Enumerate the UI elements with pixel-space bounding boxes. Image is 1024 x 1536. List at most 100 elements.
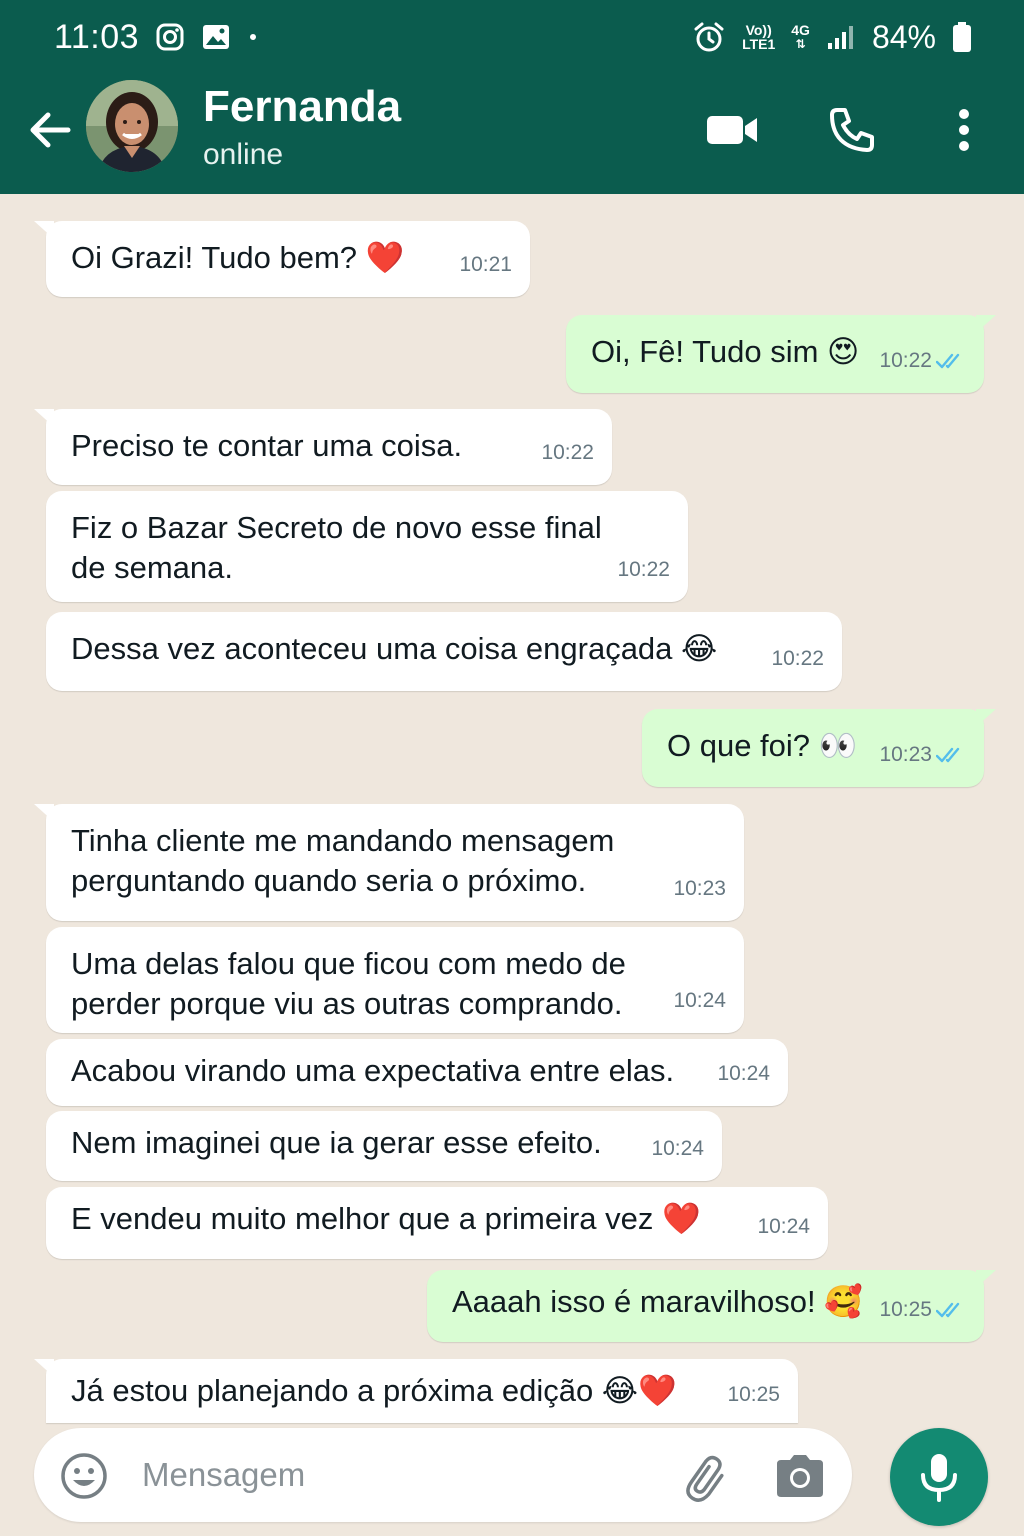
contact-name[interactable]: Fernanda [203,82,401,132]
bubble-tail [34,409,54,427]
message-meta: 10:25 [879,1290,966,1330]
lte-label: LTE1 [742,36,776,52]
outgoing-message[interactable]: Oi, Fê! Tudo sim 😍 10:22 [566,315,996,393]
message-time: 10:24 [717,1062,770,1085]
message-text: Já estou planejando a próxima edição 😂❤️ [71,1373,677,1408]
message-text: Oi Grazi! Tudo bem? ❤️ [71,240,405,275]
incoming-message[interactable]: Uma delas falou que ficou com medo de pe… [46,927,744,1033]
message-text: Aaaah isso é maravilhoso! 🥰 [452,1284,863,1319]
gallery-icon [201,23,231,51]
message-meta: 10:24 [673,981,726,1021]
bubble-tail [976,709,996,727]
incoming-message[interactable]: Acabou virando uma expectativa entre ela… [46,1039,788,1106]
more-options-button[interactable] [942,102,986,158]
message-composer [34,1428,852,1522]
incoming-message[interactable]: Preciso te contar uma coisa. 10:22 [34,409,612,485]
message-time: 10:22 [771,647,824,670]
network-label: 4G [791,22,810,38]
message-text: E vendeu muito melhor que a primeira vez… [71,1201,701,1236]
message-meta: 10:22 [879,341,966,381]
incoming-message[interactable]: Oi Grazi! Tudo bem? ❤️ 10:21 [34,221,530,297]
voice-message-button[interactable] [890,1428,988,1526]
message-time: 10:25 [727,1383,780,1406]
status-time: 11:03 [54,17,140,56]
top-app-bar: 11:03 Vo)) LTE1 4G ⇅ 84% Fernanda online [0,0,1024,194]
microphone-icon [921,1454,957,1502]
back-button[interactable] [26,106,74,154]
message-time: 10:24 [757,1215,810,1238]
camera-icon [777,1455,823,1497]
message-time: 10:24 [673,989,726,1012]
incoming-message[interactable]: Já estou planejando a próxima edição 😂❤️… [34,1359,798,1423]
message-time: 10:22 [879,349,932,372]
instagram-icon [155,22,185,52]
incoming-message[interactable]: Nem imaginei que ia gerar esse efeito. 1… [46,1111,722,1181]
message-meta: 10:24 [651,1129,704,1169]
attach-button[interactable] [682,1452,734,1504]
message-text: Uma delas falou que ficou com medo de pe… [71,946,635,1021]
message-meta: 10:22 [617,550,670,590]
video-camera-icon [707,116,757,144]
more-vertical-icon [959,109,969,151]
outgoing-message[interactable]: Aaaah isso é maravilhoso! 🥰 10:25 [427,1270,996,1342]
message-text: O que foi? 👀 [667,728,858,763]
message-text: Fiz o Bazar Secreto de novo esse final d… [71,510,611,585]
camera-button[interactable] [774,1452,826,1500]
message-text: Preciso te contar uma coisa. [71,428,463,463]
status-bar: 11:03 Vo)) LTE1 4G ⇅ 84% [0,0,1024,74]
message-time: 10:23 [879,743,932,766]
message-time: 10:21 [459,253,512,276]
message-text: Acabou virando uma expectativa entre ela… [71,1053,675,1088]
bubble-tail [34,221,54,239]
message-meta: 10:24 [757,1207,810,1247]
double-check-icon [936,1302,960,1318]
battery-icon [952,21,972,53]
outgoing-message[interactable]: O que foi? 👀 10:23 [642,709,996,787]
signal-icon [826,23,856,51]
arrow-left-icon [30,112,71,148]
message-time: 10:22 [617,558,670,581]
data-arrows-icon: ⇅ [795,37,806,51]
voice-call-button[interactable] [824,102,884,158]
message-input[interactable] [142,1448,662,1502]
volte-indicator: Vo)) LTE1 [742,23,775,51]
message-time: 10:25 [879,1298,932,1321]
double-check-icon [936,747,960,763]
message-meta: 10:25 [727,1375,780,1415]
message-text: Tinha cliente me mandando mensagem pergu… [71,823,624,898]
message-meta: 10:22 [541,433,594,473]
message-text: Oi, Fê! Tudo sim 😍 [591,334,860,369]
paperclip-icon [686,1455,724,1502]
bubble-tail [976,315,996,333]
bubble-tail [34,804,54,822]
phone-icon [830,108,874,152]
message-meta: 10:21 [459,245,512,285]
message-time: 10:24 [651,1137,704,1160]
volte-label: Vo)) [745,22,772,38]
incoming-message[interactable]: Dessa vez aconteceu uma coisa engraçada … [46,612,842,691]
battery-percent: 84% [871,18,936,55]
incoming-message[interactable]: Fiz o Bazar Secreto de novo esse final d… [46,491,688,602]
message-meta: 10:24 [717,1054,770,1094]
message-text: Dessa vez aconteceu uma coisa engraçada … [71,631,718,666]
video-call-button[interactable] [702,102,762,158]
avatar[interactable] [86,80,178,172]
message-time: 10:22 [541,441,594,464]
notification-dot-icon [247,31,259,43]
contact-status: online [203,138,284,171]
message-list[interactable]: Oi Grazi! Tudo bem? ❤️ 10:21 Oi, Fê! Tud… [0,194,1024,1536]
incoming-message[interactable]: E vendeu muito melhor que a primeira vez… [46,1187,828,1259]
emoji-icon [61,1453,107,1499]
emoji-button[interactable] [58,1450,110,1502]
bubble-tail [34,1359,54,1377]
message-meta: 10:22 [771,639,824,679]
message-meta: 10:23 [673,869,726,909]
contact-photo [86,80,178,172]
message-text: Nem imaginei que ia gerar esse efeito. [71,1125,602,1160]
incoming-message[interactable]: Tinha cliente me mandando mensagem pergu… [34,804,744,921]
alarm-icon [692,20,726,54]
bubble-tail [976,1270,996,1288]
double-check-icon [936,353,960,369]
chat-header: Fernanda online [0,74,1024,194]
message-meta: 10:23 [879,735,966,775]
